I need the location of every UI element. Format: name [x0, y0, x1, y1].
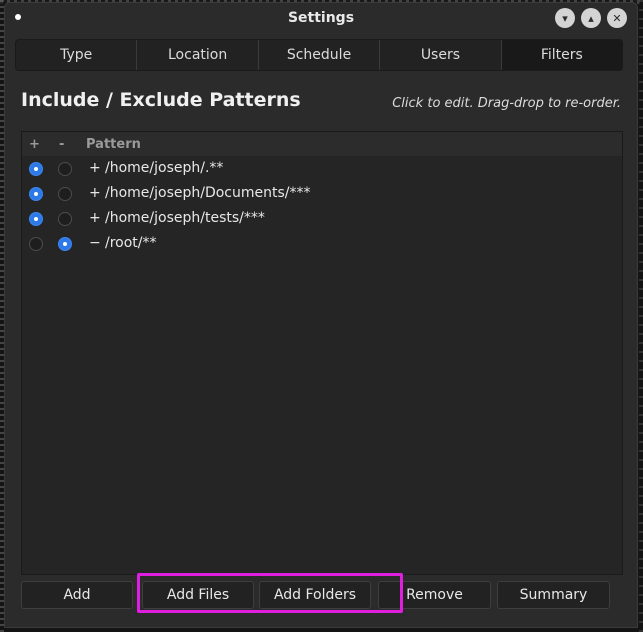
chevron-up-icon: ▴	[588, 11, 594, 25]
settings-window: Settings ▾ ▴ ✕ Type Location Schedule Us…	[4, 2, 638, 628]
window-title: Settings	[287, 10, 355, 26]
title-bar[interactable]: Settings ▾ ▴ ✕	[5, 3, 637, 33]
column-header-include[interactable]: +	[29, 137, 40, 152]
add-button[interactable]: Add	[21, 581, 133, 609]
include-radio[interactable]	[29, 187, 43, 201]
exclude-radio[interactable]	[58, 162, 72, 176]
table-row[interactable]: − /root/**	[22, 232, 622, 257]
table-row[interactable]: + /home/joseph/Documents/***	[22, 182, 622, 207]
desktop-edge-right	[639, 0, 643, 632]
tab-type[interactable]: Type	[16, 40, 138, 70]
table-row[interactable]: + /home/joseph/tests/***	[22, 207, 622, 232]
window-menu-icon[interactable]	[15, 14, 21, 20]
tab-users[interactable]: Users	[380, 40, 502, 70]
tab-schedule[interactable]: Schedule	[258, 40, 381, 70]
chevron-down-icon: ▾	[562, 11, 568, 25]
remove-button[interactable]: Remove	[378, 581, 491, 609]
exclude-radio[interactable]	[58, 187, 72, 201]
section-hint: Click to edit. Drag-drop to re-order.	[392, 96, 621, 111]
include-radio[interactable]	[29, 162, 43, 176]
minimize-button[interactable]: ▾	[555, 8, 575, 28]
column-header-exclude[interactable]: -	[59, 137, 64, 152]
summary-button[interactable]: Summary	[497, 581, 610, 609]
column-header-pattern[interactable]: Pattern	[86, 137, 141, 152]
exclude-radio[interactable]	[58, 237, 72, 251]
row-sign: +	[89, 185, 101, 201]
exclude-radio[interactable]	[58, 212, 72, 226]
include-radio[interactable]	[29, 212, 43, 226]
patterns-table[interactable]: + - Pattern + /home/joseph/.** + /home/j…	[21, 131, 623, 575]
row-sign: −	[89, 235, 101, 251]
add-folders-button[interactable]: Add Folders	[259, 581, 371, 609]
tab-filters[interactable]: Filters	[501, 40, 622, 70]
pattern-text[interactable]: /home/joseph/.**	[105, 160, 223, 176]
table-row[interactable]: + /home/joseph/.**	[22, 157, 622, 182]
pattern-text[interactable]: /home/joseph/tests/***	[105, 210, 265, 226]
include-radio[interactable]	[29, 237, 43, 251]
maximize-button[interactable]: ▴	[581, 8, 601, 28]
table-header: + - Pattern	[22, 132, 622, 156]
add-files-button[interactable]: Add Files	[142, 581, 254, 609]
close-button[interactable]: ✕	[607, 8, 627, 28]
pattern-text[interactable]: /home/joseph/Documents/***	[105, 185, 311, 201]
action-bar: Add Add Files Add Folders Remove Summary	[21, 581, 623, 611]
window-controls: ▾ ▴ ✕	[555, 8, 627, 28]
close-icon: ✕	[612, 11, 622, 25]
pattern-text[interactable]: /root/**	[105, 235, 157, 251]
tab-bar: Type Location Schedule Users Filters	[15, 39, 623, 71]
tab-location[interactable]: Location	[137, 40, 259, 70]
row-sign: +	[89, 210, 101, 226]
row-sign: +	[89, 160, 101, 176]
section-heading: Include / Exclude Patterns	[21, 89, 301, 111]
